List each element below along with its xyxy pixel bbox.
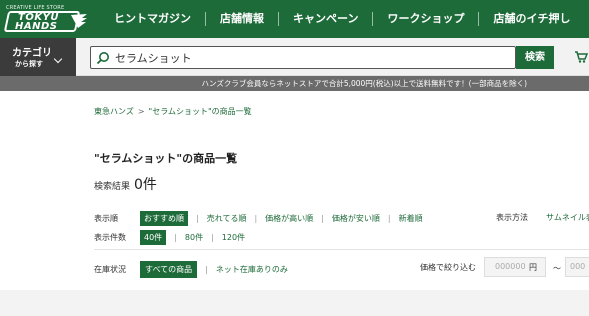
shipping-notice-bar: ハンズクラブ会員ならネットストアで合計5,000円(税込)以上で送料無料です！(… xyxy=(0,76,589,91)
section-divider xyxy=(94,249,589,250)
nav-store-info[interactable]: 店舗情報 xyxy=(205,12,278,26)
divider: | xyxy=(174,233,177,242)
breadcrumb: 東急ハンズ > "セラムショット"の商品一覧 xyxy=(94,106,252,117)
sort-label: 表示順 xyxy=(94,214,118,223)
sort-newest[interactable]: 新着順 xyxy=(399,213,423,224)
price-filter-label: 価格で絞り込む xyxy=(420,263,476,272)
divider: | xyxy=(205,265,208,274)
tokyu-hands-logo[interactable]: CREATIVE LIFE STORE TOKYU HANDS xyxy=(3,5,88,33)
divider: | xyxy=(196,214,199,223)
search-input[interactable] xyxy=(115,51,505,64)
search-icon xyxy=(96,52,109,65)
view-mode-label: 表示方法 xyxy=(496,213,528,222)
results-number: 0件 xyxy=(134,177,157,193)
wing-icon xyxy=(71,14,87,28)
divider: | xyxy=(254,214,258,223)
per-page-120[interactable]: 120件 xyxy=(222,232,245,243)
breadcrumb-home[interactable]: 東急ハンズ xyxy=(94,107,134,116)
category-sublabel: から探す xyxy=(15,60,43,68)
nav-campaign[interactable]: キャンペーン xyxy=(278,12,372,26)
results-label: 検索結果 xyxy=(94,182,131,192)
sort-best-selling[interactable]: 売れてる順 xyxy=(207,213,247,224)
sort-price-high[interactable]: 価格が高い順 xyxy=(265,213,313,224)
price-unit: 円 xyxy=(529,263,537,272)
category-label: カテゴリ xyxy=(12,48,52,59)
per-page-40[interactable]: 40件 xyxy=(140,230,167,245)
per-page-label: 表示件数 xyxy=(94,233,126,242)
logo-line2: HANDS xyxy=(15,21,58,32)
breadcrumb-current: "セラムショット"の商品一覧 xyxy=(148,107,252,116)
search-bar-row: カテゴリ から探す 検索 xyxy=(0,38,589,76)
stock-label: 在庫状況 xyxy=(94,265,126,274)
category-dropdown[interactable]: カテゴリ から探す xyxy=(0,38,76,76)
price-max-input[interactable]: 000 xyxy=(565,257,589,277)
search-button[interactable]: 検索 xyxy=(516,46,554,69)
search-box xyxy=(90,46,516,69)
nav-hint-magazine[interactable]: ヒントマガジン xyxy=(100,12,205,26)
nav-workshop[interactable]: ワークショップ xyxy=(372,12,478,26)
price-range-separator: ～ xyxy=(553,264,561,273)
stock-filter-row: 在庫状況 すべての商品 | ネット在庫ありのみ xyxy=(94,261,288,278)
cart-icon[interactable] xyxy=(574,50,588,64)
nav-store-picks[interactable]: 店舗のイチ押し xyxy=(478,12,584,26)
page-title: "セラムショット"の商品一覧 xyxy=(94,152,238,165)
shipping-notice-text: ハンズクラブ会員ならネットストアで合計5,000円(税込)以上で送料無料です！(… xyxy=(201,79,527,88)
stock-all-products[interactable]: すべての商品 xyxy=(140,261,198,278)
search-results-count: 検索結果 0件 xyxy=(94,174,157,194)
divider: | xyxy=(387,214,391,223)
top-nav-bar: CREATIVE LIFE STORE TOKYU HANDS ヒントマガジン … xyxy=(0,0,589,38)
divider: | xyxy=(321,214,324,223)
main-nav: ヒントマガジン 店舗情報 キャンペーン ワークショップ 店舗のイチ押し xyxy=(100,0,584,38)
breadcrumb-separator: > xyxy=(137,107,145,116)
sort-recommended[interactable]: おすすめ順 xyxy=(140,211,188,226)
stock-online-only[interactable]: ネット在庫ありのみ xyxy=(216,264,288,275)
divider: | xyxy=(211,233,214,242)
per-page-row: 表示件数 40件 | 80件 | 120件 xyxy=(94,230,245,245)
per-page-80[interactable]: 80件 xyxy=(185,232,203,243)
chevron-down-icon xyxy=(53,54,63,64)
view-mode-thumbnail[interactable]: サムネイル表 xyxy=(546,212,589,223)
sort-price-low[interactable]: 価格が安い順 xyxy=(332,213,380,224)
footer-band xyxy=(0,290,589,316)
sort-options-row: 表示順 おすすめ順 | 売れてる順 | 価格が高い順 | 価格が安い順 | 新着… xyxy=(94,211,423,226)
